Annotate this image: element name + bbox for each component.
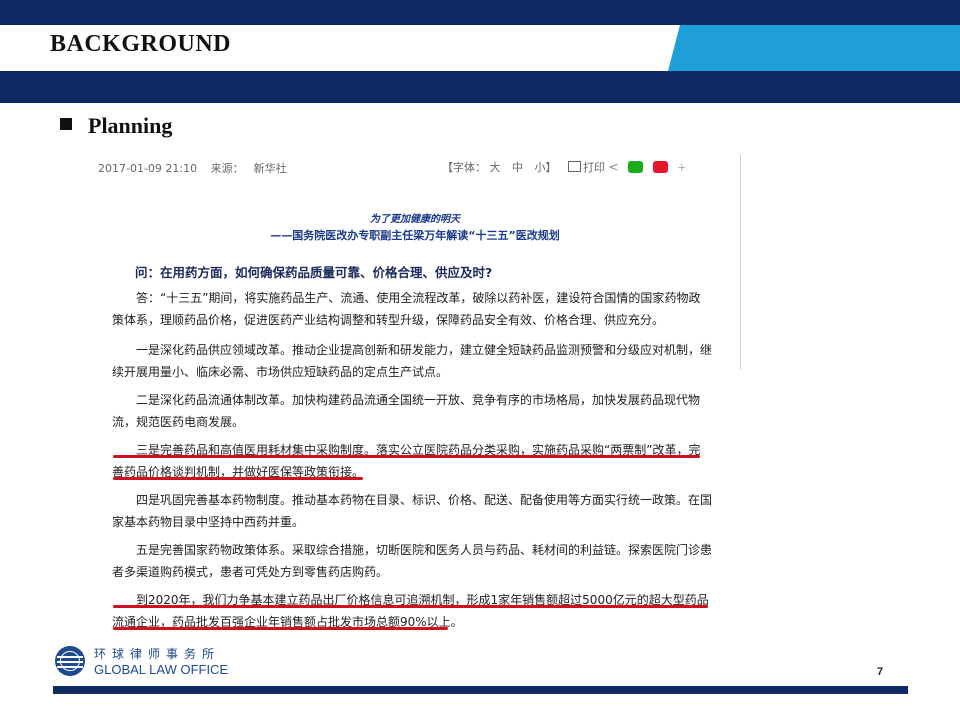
weibo-icon[interactable] [652,161,668,173]
source-label: 来源： [210,162,244,175]
logo-stripe [57,661,83,663]
print-button[interactable]: 打印 [568,161,605,174]
paragraph: 四是巩固完善基本药物制度。推动基本药物在目录、标识、价格、配送、配备使用等方面实… [112,493,713,529]
org-name-chinese: 环球律师事务所 [94,647,221,661]
paragraph: 五是完善国家药物政策体系。采取综合措施，切断医院和医务人员与药品、耗材间的利益链… [112,543,713,579]
highlight-underline [113,455,700,458]
plus-icon[interactable]: + [677,161,686,174]
highlight-underline [113,627,448,630]
article-source: 新华社 [253,162,287,175]
footer-bar [53,686,908,694]
globe-logo-icon [55,646,85,676]
article-meta: 2017-01-09 21:10 来源： 新华社 [98,160,297,176]
print-label: 打印 [583,161,605,174]
headline-main: ——国务院医改办专职副主任梁万年解读“十三五”医改规划 [270,229,560,242]
section-heading: Planning [88,113,173,138]
title-accent-shape [668,25,960,71]
article-tools: 【字体： 大 中 小】 打印 < + [442,159,686,175]
paragraph: 一是深化药品供应领域改革。推动企业提高创新和研发能力，建立健全短缺药品监测预警和… [112,343,713,379]
print-icon [568,161,581,172]
article-divider [740,155,741,370]
logo-stripe [57,666,83,668]
news-article-screenshot: 2017-01-09 21:10 来源： 新华社 【字体： 大 中 小】 打印 <… [90,150,740,640]
font-size-label: 【字体： [442,161,486,174]
paragraph: 答：“十三五”期间，将实施药品生产、流通、使用全流程改革，破除以药补医，建设符合… [112,291,701,327]
font-large-link[interactable]: 大 [490,161,501,174]
highlight-underline [113,477,363,480]
header-bottom-bar [0,71,960,103]
question-text: 问：在用药方面，如何确保药品质量可靠、价格合理、供应及时? [135,265,493,280]
paragraph: 二是深化药品流通体制改革。加快构建药品流通全国统一开放、竞争有序的市场格局，加快… [112,393,701,429]
highlight-underline [113,605,708,608]
font-medium-link[interactable]: 中 [512,161,523,174]
slide-title: BACKGROUND [50,31,232,57]
org-name-english: GLOBAL LAW OFFICE [94,662,229,677]
share-icon[interactable]: < [609,160,619,174]
wechat-icon[interactable] [628,161,644,173]
header-top-bar [0,0,960,25]
article-date: 2017-01-09 21:10 [98,162,198,175]
headline-subtitle: 为了更加健康的明天 [370,214,460,225]
page-number: 7 [877,666,884,678]
font-small-link[interactable]: 小】 [535,161,557,174]
square-bullet-icon [60,118,72,130]
logo-stripe [57,656,83,658]
